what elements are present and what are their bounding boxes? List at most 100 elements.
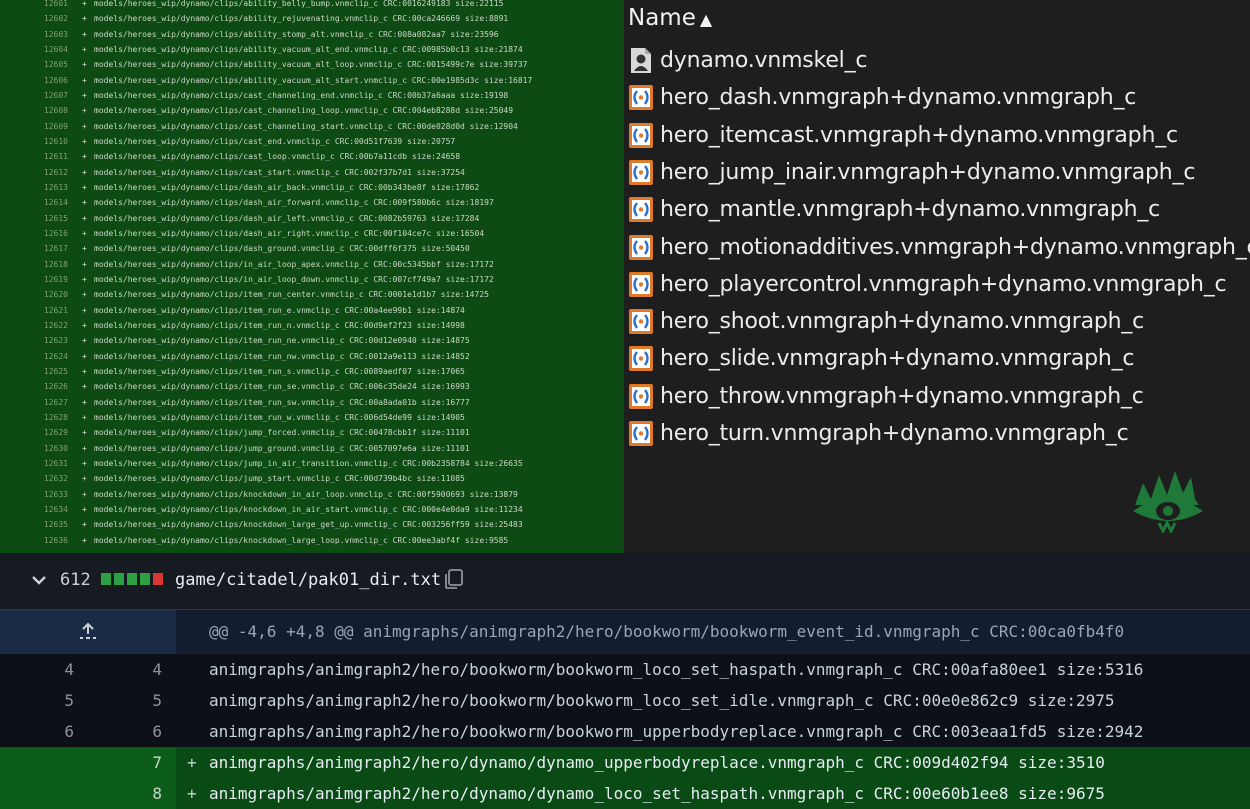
file-row[interactable]: hero_motionadditives.vnmgraph+dynamo.vnm… xyxy=(624,229,1250,266)
diff-line-text: models/heroes_wip/dynamo/clips/ability_v… xyxy=(94,60,528,70)
line-number: 12635 xyxy=(43,520,68,530)
diff-line-row: 12622 + models/heroes_wip/dynamo/clips/ite… xyxy=(0,318,624,333)
chevron-down-icon[interactable] xyxy=(28,569,50,591)
line-number: 12606 xyxy=(43,75,68,85)
old-line-gutter[interactable] xyxy=(0,747,88,778)
name-column-header[interactable]: Name ▲ xyxy=(628,4,712,32)
added-marker: + xyxy=(82,397,87,407)
diff-line-text: models/heroes_wip/dynamo/clips/dash_grou… xyxy=(94,244,470,254)
added-marker: + xyxy=(82,382,87,392)
line-number: 12603 xyxy=(43,29,68,39)
diff-code-line: animgraphs/animgraph2/hero/dynamo/dynamo… xyxy=(209,784,1105,803)
diff-line-text: models/heroes_wip/dynamo/clips/jump_in_a… xyxy=(94,458,523,468)
line-number: 12608 xyxy=(43,106,68,116)
diff-line-text: models/heroes_wip/dynamo/clips/cast_chan… xyxy=(94,90,509,100)
diff-line-text: models/heroes_wip/dynamo/clips/in_air_lo… xyxy=(94,259,494,269)
diff-line-text: models/heroes_wip/dynamo/clips/cast_chan… xyxy=(94,106,514,116)
line-number: 12626 xyxy=(43,382,68,392)
added-marker: + xyxy=(82,458,87,468)
diffstat-block xyxy=(114,573,124,585)
github-diff-view: 612 game/citadel/pak01_dir.txt @@ -4,6 +… xyxy=(0,553,1250,809)
diff-line-text: models/heroes_wip/dynamo/clips/item_run_… xyxy=(94,290,489,300)
eye-crown-logo-icon xyxy=(1133,471,1203,533)
file-row[interactable]: hero_slide.vnmgraph+dynamo.vnmgraph_c xyxy=(624,340,1250,377)
diff-line-row: 12626 + models/heroes_wip/dynamo/clips/ite… xyxy=(0,379,624,394)
diff-line-text: models/heroes_wip/dynamo/clips/jump_grou… xyxy=(94,443,470,453)
diff-line-text: models/heroes_wip/dynamo/clips/ability_v… xyxy=(94,75,533,85)
diff-line-text: models/heroes_wip/dynamo/clips/ability_b… xyxy=(94,0,504,8)
line-number: 12625 xyxy=(43,366,68,376)
added-marker: + xyxy=(82,75,87,85)
diff-line-text: models/heroes_wip/dynamo/clips/item_run_… xyxy=(94,305,465,315)
added-marker: + xyxy=(82,29,87,39)
left-diff-panel: 12601 + models/heroes_wip/dynamo/clips/abi… xyxy=(0,0,624,553)
old-line-number: 6 xyxy=(64,722,74,741)
added-marker: + xyxy=(82,366,87,376)
hunk-header: @@ -4,6 +4,8 @@ animgraphs/animgraph2/he… xyxy=(0,610,1250,654)
old-line-gutter[interactable] xyxy=(0,778,88,809)
file-name: hero_turn.vnmgraph+dynamo.vnmgraph_c xyxy=(660,421,1129,446)
new-line-number: 4 xyxy=(152,660,162,679)
file-row[interactable]: hero_dash.vnmgraph+dynamo.vnmgraph_c xyxy=(624,79,1250,116)
diff-code-line: animgraphs/animgraph2/hero/bookworm/book… xyxy=(209,691,1115,710)
diff-marker: + xyxy=(187,753,197,772)
diff-line-row: 12602 + models/heroes_wip/dynamo/clips/abi… xyxy=(0,11,624,26)
diff-line-text: models/heroes_wip/dynamo/clips/item_run_… xyxy=(94,382,470,392)
diff-line-text: models/heroes_wip/dynamo/clips/item_run_… xyxy=(94,397,470,407)
diff-line-row: 12629 + models/heroes_wip/dynamo/clips/jum… xyxy=(0,425,624,440)
diff-line-text: models/heroes_wip/dynamo/clips/item_run_… xyxy=(94,412,465,422)
file-row[interactable]: hero_shoot.vnmgraph+dynamo.vnmgraph_c xyxy=(624,303,1250,340)
diff-line-row: 12606 + models/heroes_wip/dynamo/clips/abi… xyxy=(0,73,624,88)
context-diff-row: 6 6 animgraphs/animgraph2/hero/bookworm/bo… xyxy=(0,716,1250,747)
line-number: 12628 xyxy=(43,412,68,422)
diff-line-row: 12611 + models/heroes_wip/dynamo/clips/cas… xyxy=(0,149,624,164)
file-row[interactable]: hero_throw.vnmgraph+dynamo.vnmgraph_c xyxy=(624,378,1250,415)
diff-line-text: models/heroes_wip/dynamo/clips/ability_r… xyxy=(94,14,509,24)
line-number: 12615 xyxy=(43,213,68,223)
line-number: 12636 xyxy=(43,535,68,545)
line-number: 12627 xyxy=(43,397,68,407)
diff-line-row: 12628 + models/heroes_wip/dynamo/clips/ite… xyxy=(0,410,624,425)
diffstat-block xyxy=(101,573,111,585)
old-line-number: 4 xyxy=(64,660,74,679)
graph-file-icon xyxy=(629,159,653,185)
new-line-number: 8 xyxy=(152,784,162,803)
diff-marker: + xyxy=(187,784,197,803)
added-marker: + xyxy=(82,14,87,24)
diff-line-text: models/heroes_wip/dynamo/clips/ability_s… xyxy=(94,29,499,39)
graph-file-icon xyxy=(629,197,653,223)
copy-icon[interactable] xyxy=(441,567,465,591)
file-row[interactable]: hero_jump_inair.vnmgraph+dynamo.vnmgraph… xyxy=(624,154,1250,191)
file-name: hero_throw.vnmgraph+dynamo.vnmgraph_c xyxy=(660,383,1144,409)
diff-line-row: 12615 + models/heroes_wip/dynamo/clips/das… xyxy=(0,211,624,226)
diff-line-text: models/heroes_wip/dynamo/clips/knockdown… xyxy=(94,504,523,514)
file-row[interactable]: hero_mantle.vnmgraph+dynamo.vnmgraph_c xyxy=(624,191,1250,228)
file-row[interactable]: hero_playercontrol.vnmgraph+dynamo.vnmgr… xyxy=(624,266,1250,303)
file-row[interactable]: hero_itemcast.vnmgraph+dynamo.vnmgraph_c xyxy=(624,117,1250,154)
added-marker: + xyxy=(82,198,87,208)
graph-file-icon xyxy=(629,309,653,335)
file-row[interactable]: dynamo.vnmskel_c xyxy=(624,42,1250,79)
file-name: hero_motionadditives.vnmgraph+dynamo.vnm… xyxy=(660,234,1250,260)
diff-line-row: 12617 + models/heroes_wip/dynamo/clips/das… xyxy=(0,241,624,256)
file-path[interactable]: game/citadel/pak01_dir.txt xyxy=(175,567,441,593)
diff-code-line: animgraphs/animgraph2/hero/bookworm/book… xyxy=(209,660,1144,679)
diff-line-row: 12621 + models/heroes_wip/dynamo/clips/ite… xyxy=(0,303,624,318)
added-marker: + xyxy=(82,121,87,131)
diff-line-text: models/heroes_wip/dynamo/clips/in_air_lo… xyxy=(94,274,494,284)
line-number: 12617 xyxy=(43,244,68,254)
added-marker: + xyxy=(82,106,87,116)
name-column-label: Name xyxy=(628,5,696,31)
change-count: 612 xyxy=(60,570,91,590)
new-line-number: 5 xyxy=(152,691,162,710)
line-number: 12616 xyxy=(43,228,68,238)
file-row[interactable]: hero_turn.vnmgraph+dynamo.vnmgraph_c xyxy=(624,415,1250,452)
line-number: 12604 xyxy=(43,44,68,54)
diffstat-block xyxy=(140,573,150,585)
added-marker: + xyxy=(82,520,87,530)
line-number: 12612 xyxy=(43,167,68,177)
diff-line-text: models/heroes_wip/dynamo/clips/dash_air_… xyxy=(94,182,480,192)
added-diff-row: 8 + animgraphs/animgraph2/hero/dynamo/dyna… xyxy=(0,778,1250,809)
expand-up-icon[interactable] xyxy=(77,620,99,642)
added-marker: + xyxy=(82,428,87,438)
